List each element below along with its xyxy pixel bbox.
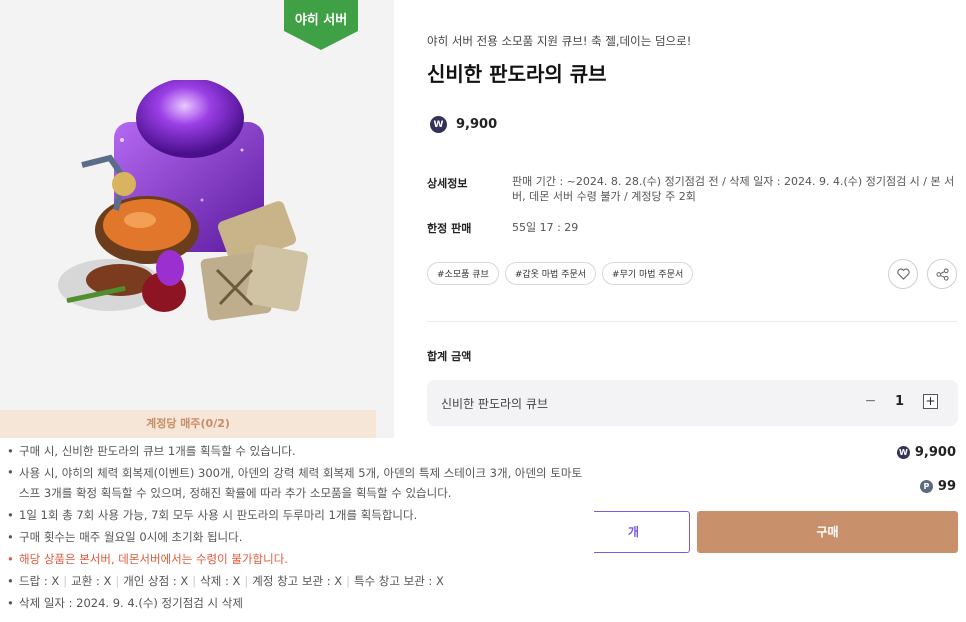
point-coin-icon: P — [919, 480, 933, 493]
description-warning: 해당 상품은 본서버, 데몬서버에서는 수령이 불가합니다. — [7, 548, 594, 570]
restriction-special-storage: 특수 창고 보관 : X — [353, 574, 444, 588]
description-item: 삭제 일자 : 2024. 9. 4.(수) 정기점검 시 삭제 — [7, 592, 594, 614]
purchase-limit-bar: 계정당 매주(0/2) — [0, 410, 376, 438]
shop-item-page: 야히 서버 계정당 매주(0/2) 야히 서버 전용 소모품 지원 큐브! 축 … — [0, 0, 966, 622]
description-item: 1일 1회 총 7회 사용 가능, 7회 모두 사용 시 판도라의 두루마리 1… — [7, 504, 594, 526]
share-button[interactable] — [927, 259, 957, 289]
product-description-popup: 구매 시, 신비한 판도라의 큐브 1개를 획득할 수 있습니다. 사용 시, … — [0, 438, 594, 622]
description-item: 구매 횟수는 매주 월요일 0시에 초기화 됩니다. — [7, 526, 594, 548]
restriction-shop: 개인 상점 : X — [123, 574, 189, 588]
restriction-account-storage: 계정 창고 보관 : X — [252, 574, 343, 588]
description-item-restrictions: 드랍 : X|교환 : X|개인 상점 : X|삭제 : X|계정 창고 보관 … — [7, 570, 594, 592]
quantity-decrease-button[interactable]: − — [863, 394, 878, 409]
limited-sale-countdown: 55일 17 : 29 — [512, 221, 579, 234]
detail-info-label: 상세정보 — [427, 177, 468, 190]
tag-list: #소모품 큐브 #갑옷 마법 주문서 #무기 마법 주문서 — [427, 262, 694, 285]
total-label: 합계 금액 — [427, 350, 472, 363]
description-item: 사용 시, 야히의 체력 회복제(이벤트) 300개, 아덴의 강력 체력 회복… — [7, 462, 594, 504]
panel-gap — [376, 0, 394, 440]
server-badge: 야히 서버 — [284, 0, 358, 50]
total-w-value: 9,900 — [914, 445, 956, 460]
product-image — [58, 80, 309, 321]
won-coin-icon: W — [430, 116, 447, 133]
product-title: 신비한 판도라의 큐브 — [427, 62, 607, 86]
tag-chip[interactable]: #무기 마법 주문서 — [602, 262, 694, 285]
heart-icon — [896, 268, 910, 280]
price-row: W 9,900 — [430, 116, 497, 133]
product-subtitle: 야히 서버 전용 소모품 지원 큐브! 축 젤,데이는 덤으로! — [427, 34, 692, 48]
tag-chip[interactable]: #소모품 큐브 — [427, 262, 499, 285]
description-item: 구매 시, 신비한 판도라의 큐브 1개를 획득할 수 있습니다. — [7, 440, 594, 462]
limited-sale-label: 한정 판매 — [427, 222, 472, 235]
product-image-panel: 야히 서버 계정당 매주(0/2) — [0, 0, 376, 438]
total-p-value: 99 — [937, 479, 956, 494]
tag-chip[interactable]: #갑옷 마법 주문서 — [504, 262, 597, 285]
detail-info-text: 판매 기간 : ~2024. 8. 28.(수) 정기점검 전 / 삭제 일자 … — [512, 175, 955, 203]
total-amount-w: W 9,900 — [896, 445, 956, 460]
total-amount-p: P 99 — [919, 479, 956, 494]
won-coin-icon: W — [896, 446, 910, 459]
quantity-value: 1 — [895, 394, 905, 409]
wishlist-button[interactable] — [888, 259, 918, 289]
buy-button[interactable]: 구매 — [697, 511, 958, 553]
restriction-drop: 드랍 : X — [19, 574, 60, 588]
product-price: 9,900 — [456, 117, 498, 132]
restriction-trade: 교환 : X — [71, 574, 112, 588]
quantity-box: 신비한 판도라의 큐브 − 1 + — [427, 380, 958, 426]
section-divider — [427, 321, 958, 322]
description-list: 구매 시, 신비한 판도라의 큐브 1개를 획득할 수 있습니다. 사용 시, … — [0, 438, 594, 614]
restriction-delete: 삭제 : X — [200, 574, 241, 588]
share-icon — [935, 267, 949, 281]
quantity-increase-button[interactable]: + — [923, 394, 938, 409]
quantity-item-name: 신비한 판도라의 큐브 — [441, 397, 548, 411]
